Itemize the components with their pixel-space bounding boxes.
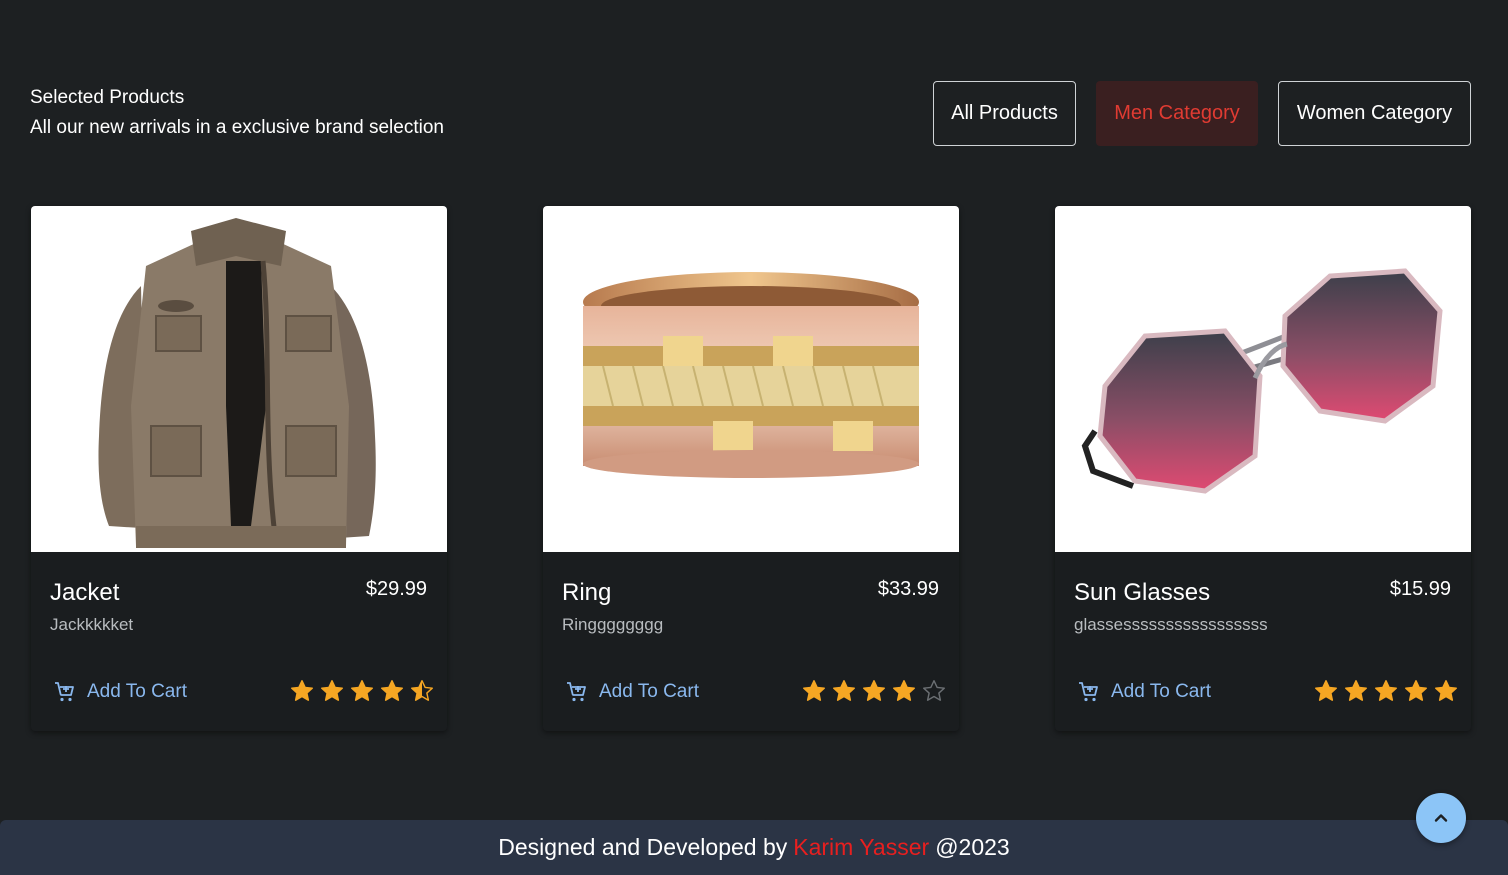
star-icon (833, 680, 855, 701)
category-filters: All Products Men Category Women Category (933, 81, 1471, 146)
star-icon (803, 680, 825, 701)
star-icon (291, 680, 313, 701)
star-icon (1315, 680, 1337, 701)
star-icon (1405, 680, 1427, 701)
product-name: Ring (562, 579, 612, 606)
star-icon (1375, 680, 1397, 701)
sunglasses-image[interactable] (1055, 206, 1471, 552)
add-to-cart-label: Add To Cart (1111, 681, 1211, 702)
jacket-image[interactable] (31, 206, 447, 552)
product-card-ring[interactable]: Ring $33.99 Ringggggggg Add To Cart (543, 206, 959, 731)
product-card-sunglasses[interactable]: Sun Glasses $15.99 glassesssssssssssssss… (1055, 206, 1471, 731)
star-icon (381, 680, 403, 701)
page: Selected Products All our new arrivals i… (0, 0, 1508, 875)
star-icon (321, 680, 343, 701)
add-to-cart-button[interactable]: Add To Cart (1077, 680, 1211, 704)
star-icon (923, 680, 945, 701)
section-title: Selected Products (30, 87, 185, 108)
add-to-cart-button[interactable]: Add To Cart (53, 680, 187, 704)
men-category-button[interactable]: Men Category (1096, 81, 1258, 146)
women-category-button[interactable]: Women Category (1278, 81, 1471, 146)
footer-suffix: @2023 (935, 834, 1010, 860)
product-price: $33.99 (877, 578, 939, 600)
star-icon (1345, 680, 1367, 701)
rating-stars (801, 678, 947, 704)
star-icon (893, 680, 915, 701)
section-subtitle: All our new arrivals in a exclusive bran… (30, 117, 444, 138)
star-icon (411, 680, 433, 701)
all-products-button[interactable]: All Products (933, 81, 1076, 146)
product-description: Jackkkkket (50, 615, 134, 634)
add-to-cart-button[interactable]: Add To Cart (565, 680, 699, 704)
cart-plus-icon (1079, 682, 1098, 702)
product-name: Sun Glasses (1074, 579, 1211, 606)
cart-plus-icon (55, 682, 74, 702)
product-description: glassesssssssssssssssss (1074, 615, 1268, 634)
section-header: Selected Products All our new arrivals i… (30, 87, 444, 139)
footer-prefix: Designed and Developed by (498, 834, 788, 860)
ring-image[interactable] (543, 206, 959, 552)
add-to-cart-label: Add To Cart (87, 681, 187, 702)
chevron-up-icon (1434, 814, 1448, 822)
add-to-cart-label: Add To Cart (599, 681, 699, 702)
product-price: $29.99 (365, 578, 427, 600)
rating-stars (1313, 678, 1459, 704)
product-description: Ringggggggg (562, 615, 664, 634)
product-card-jacket[interactable]: Jacket $29.99 Jackkkkket Add To Cart (31, 206, 447, 731)
star-icon (351, 680, 373, 701)
rating-stars (289, 678, 435, 704)
star-icon (863, 680, 885, 701)
footer-author-link[interactable]: Karim Yasser (793, 834, 929, 861)
product-name: Jacket (50, 579, 120, 606)
product-price: $15.99 (1389, 578, 1451, 600)
product-grid: Jacket $29.99 Jackkkkket Add To Cart Rin… (31, 206, 1471, 731)
scroll-to-top-button[interactable] (1416, 793, 1466, 843)
footer: Designed and Developed by Karim Yasser @… (0, 820, 1508, 875)
star-icon (1435, 680, 1457, 701)
cart-plus-icon (567, 682, 586, 702)
